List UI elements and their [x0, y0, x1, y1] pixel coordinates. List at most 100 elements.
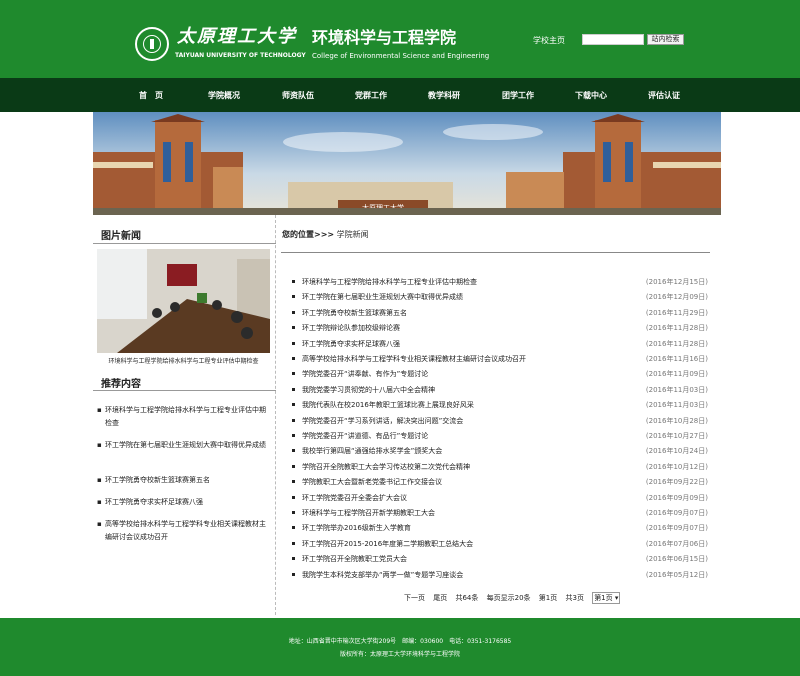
news-date: (2016年10月27日) — [645, 432, 708, 440]
university-name-en: TAIYUAN UNIVERSITY OF TECHNOLOGY — [175, 52, 306, 59]
news-date: (2016年10月12日) — [645, 462, 708, 471]
nav-downloads[interactable]: 下载中心 — [575, 90, 607, 101]
recommend-item[interactable]: 环工学院勇夺校新生篮球赛第五名 — [97, 474, 272, 487]
bullet-icon — [292, 480, 295, 484]
recommend-title: 推荐内容 — [101, 379, 141, 390]
news-row[interactable]: 我院代表队在校2016年教职工篮球比赛上展现良好风采 (2016年11月03日) — [292, 400, 710, 415]
photo-news-image[interactable] — [97, 249, 270, 353]
news-row[interactable]: 学院党委召开“讲道德、有品行”专题讨论 (2016年10月27日) — [292, 431, 710, 446]
bullet-icon — [292, 341, 295, 345]
bullet-icon — [292, 449, 295, 453]
pager-page-select[interactable]: 第1页 ▾ — [592, 592, 621, 604]
nav-accreditation[interactable]: 评估认证 — [648, 90, 680, 101]
news-title[interactable]: 环工学院召开2015-2016年度第二学期教职工总结大会 — [302, 539, 473, 549]
news-date: (2016年09月09日) — [645, 493, 708, 502]
breadcrumb: 您的位置>>> 学院新闻 — [282, 229, 369, 240]
news-row[interactable]: 环工学院勇夺求实杯足球赛八强 (2016年11月28日) — [292, 339, 710, 354]
photo-news-caption[interactable]: 环境科学与工程学院给排水科学与工程专业评估中期检查 — [97, 356, 270, 365]
bullet-icon — [292, 511, 295, 514]
pager-total: 共64条 — [455, 594, 479, 602]
news-title[interactable]: 环境科学与工程学院给排水科学与工程专业评估中期检查 — [302, 277, 477, 287]
news-row[interactable]: 环工学院召开2015-2016年度第二学期教职工总结大会 (2016年07月06日… — [292, 539, 710, 554]
news-title[interactable]: 环工学院党委召开全委会扩大会议 — [302, 493, 407, 503]
bullet-icon — [292, 434, 295, 437]
news-title[interactable]: 我院代表队在校2016年教职工篮球比赛上展现良好风采 — [302, 400, 474, 410]
pagination: 下一页 尾页 共64条 每页显示20条 第1页 共3页 第1页 ▾ — [404, 592, 626, 604]
site-search-input[interactable] — [582, 34, 644, 45]
news-title[interactable]: 学院党委召开“学习系列讲话，解决突出问题”交流会 — [302, 416, 463, 426]
bullet-icon — [292, 418, 295, 422]
news-title[interactable]: 环境科学与工程学院召开新学期教职工大会 — [302, 508, 435, 518]
bullet-icon — [292, 541, 295, 545]
pager-current: 第1页 — [538, 594, 558, 602]
nav-teaching-research[interactable]: 教学科研 — [428, 90, 460, 101]
news-title[interactable]: 我院学生本科党支部举办“两学一做”专题学习座谈会 — [302, 570, 463, 580]
bullet-icon — [292, 526, 295, 530]
news-title[interactable]: 我校举行第四届“通强给排水奖学金”颁奖大会 — [302, 446, 442, 456]
news-date: (2016年11月16日) — [645, 355, 708, 363]
news-row[interactable]: 学院教职工大会暨新老党委书记工作交接会议 (2016年09月22日) — [292, 477, 710, 492]
news-title[interactable]: 环工学院辩论队参加校级辩论赛 — [302, 323, 400, 333]
news-date: (2016年05月12日) — [645, 570, 708, 579]
nav-overview[interactable]: 学院概况 — [208, 90, 240, 101]
news-row[interactable]: 环工学院在第七届职业生涯规划大赛中取得优异成绩 (2016年12月09日) — [292, 292, 710, 307]
news-row[interactable]: 环工学院召开全院教职工党员大会 (2016年06月15日) — [292, 554, 710, 569]
university-name-cn: 太原理工大学 — [177, 26, 297, 47]
bullet-icon — [292, 572, 295, 576]
news-title[interactable]: 环工学院举办2016级新生入学教育 — [302, 523, 411, 533]
news-title[interactable]: 环工学院召开全院教职工党员大会 — [302, 554, 407, 564]
school-home-link[interactable]: 学校主页 — [533, 35, 565, 46]
news-title[interactable]: 我院党委学习贯彻党的十八届六中全会精神 — [302, 385, 435, 395]
breadcrumb-current[interactable]: 学院新闻 — [337, 230, 369, 239]
news-title[interactable]: 学院召开全院教职工大会学习传达校第二次党代会精神 — [302, 462, 470, 472]
footer-address: 地址：山西省晋中市榆次区大学街209号 邮编：030600 电话：0351-31… — [288, 638, 512, 645]
news-date: (2016年09月22日) — [645, 478, 708, 487]
nav-student-work[interactable]: 团学工作 — [502, 90, 534, 101]
news-title[interactable]: 环工学院勇夺求实杯足球赛八强 — [302, 339, 400, 349]
news-row[interactable]: 我校举行第四届“通强给排水奖学金”颁奖大会 (2016年10月24日) — [292, 446, 710, 461]
news-title[interactable]: 高等学校给排水科学与工程学科专业相关课程教材主编研讨会议成功召开 — [302, 354, 526, 364]
recommend-item[interactable]: 环工学院勇夺求实杯足球赛八强 — [97, 496, 272, 509]
news-row[interactable]: 环工学院勇夺校新生篮球赛第五名 (2016年11月29日) — [292, 308, 710, 323]
pager-per-page: 每页显示20条 — [486, 594, 531, 602]
news-title[interactable]: 学院党委召开“讲奉献、有作为”专题讨论 — [302, 369, 428, 379]
pager-next-link[interactable]: 下一页 — [404, 594, 425, 602]
news-date: (2016年10月24日) — [645, 447, 708, 456]
news-row[interactable]: 学院党委召开“讲奉献、有作为”专题讨论 (2016年11月09日) — [292, 369, 710, 384]
college-name-cn: 环境科学与工程学院 — [312, 28, 457, 47]
news-date: (2016年07月06日) — [645, 539, 708, 548]
pager-last-link[interactable]: 尾页 — [433, 594, 447, 602]
nav-faculty[interactable]: 师资队伍 — [282, 90, 314, 101]
recommend-item[interactable]: 环境科学与工程学院给排水科学与工程专业评估中期检查 — [97, 404, 272, 430]
meeting-photo-drawing — [97, 249, 270, 353]
site-footer: 地址：山西省晋中市榆次区大学街209号 邮编：030600 电话：0351-31… — [0, 618, 800, 676]
news-title[interactable]: 学院党委召开“讲道德、有品行”专题讨论 — [302, 431, 428, 441]
pager-pages: 共3页 — [565, 594, 584, 602]
news-row[interactable]: 我院学生本科党支部举办“两学一做”专题学习座谈会 (2016年05月12日) — [292, 570, 710, 585]
bullet-icon — [292, 372, 295, 376]
bullet-icon — [292, 280, 295, 283]
nav-party[interactable]: 党群工作 — [355, 90, 387, 101]
main-nav: 首 页 学院概况 师资队伍 党群工作 教学科研 团学工作 下载中心 评估认证 — [0, 78, 800, 112]
news-row[interactable]: 环境科学与工程学院给排水科学与工程专业评估中期检查 (2016年12月15日) — [292, 277, 710, 292]
news-row[interactable]: 环工学院党委召开全委会扩大会议 (2016年09月09日) — [292, 493, 710, 508]
nav-home[interactable]: 首 页 — [139, 90, 163, 101]
recommend-item[interactable]: 高等学校给排水科学与工程学科专业相关课程教材主编研讨会议成功召开 — [97, 518, 272, 544]
news-row[interactable]: 学院召开全院教职工大会学习传达校第二次党代会精神 (2016年10月12日) — [292, 462, 710, 477]
news-row[interactable]: 环工学院举办2016级新生入学教育 (2016年09月07日) — [292, 523, 710, 538]
recommend-item[interactable]: 环工学院在第七届职业生涯规划大赛中取得优异成绩 — [97, 439, 272, 452]
site-header: 太原理工大学 TAIYUAN UNIVERSITY OF TECHNOLOGY … — [0, 0, 800, 78]
news-title[interactable]: 学院教职工大会暨新老党委书记工作交接会议 — [302, 477, 442, 487]
news-row[interactable]: 我院党委学习贯彻党的十八届六中全会精神 (2016年11月03日) — [292, 385, 710, 400]
recommend-rule — [93, 390, 276, 391]
campus-banner-image: 太原理工大学 — [93, 112, 721, 215]
bullet-icon — [292, 295, 295, 299]
bullet-icon — [292, 495, 295, 499]
news-row[interactable]: 环工学院辩论队参加校级辩论赛 (2016年11月28日) — [292, 323, 710, 338]
site-search-button[interactable]: 站内检索 — [647, 34, 684, 45]
news-row[interactable]: 高等学校给排水科学与工程学科专业相关课程教材主编研讨会议成功召开 (2016年11… — [292, 354, 710, 369]
news-row[interactable]: 学院党委召开“学习系列讲话，解决突出问题”交流会 (2016年10月28日) — [292, 416, 710, 431]
news-title[interactable]: 环工学院在第七届职业生涯规划大赛中取得优异成绩 — [302, 292, 463, 302]
news-title[interactable]: 环工学院勇夺校新生篮球赛第五名 — [302, 308, 407, 318]
news-row[interactable]: 环境科学与工程学院召开新学期教职工大会 (2016年09月07日) — [292, 508, 710, 523]
